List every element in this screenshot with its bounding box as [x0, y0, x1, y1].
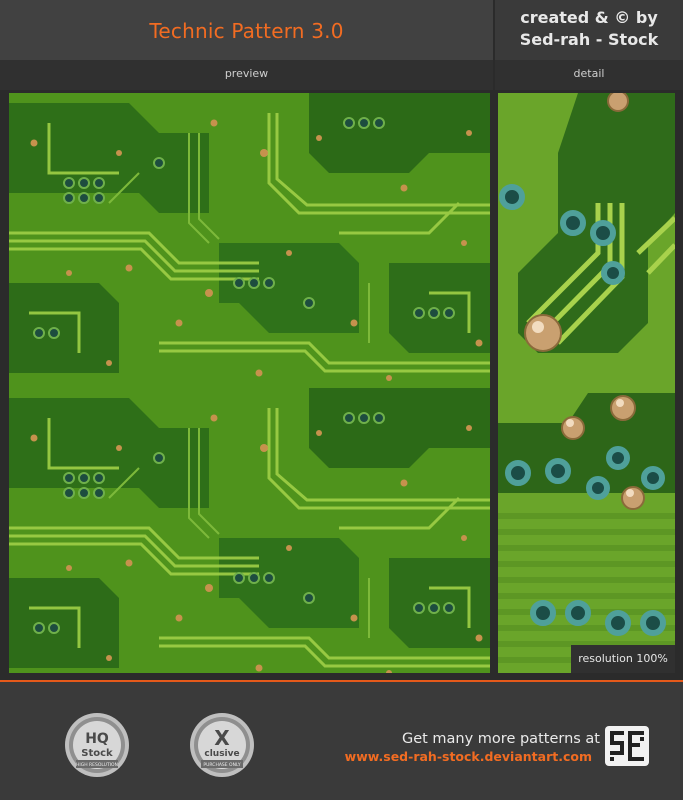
svg-text:PURCHASE ONLY: PURCHASE ONLY	[203, 762, 240, 768]
detail-label: detail	[573, 67, 605, 80]
sed-rah-logo-icon	[604, 725, 650, 767]
svg-text:HIGH RESOLUTION: HIGH RESOLUTION	[76, 762, 118, 768]
deviantart-link[interactable]: www.sed-rah-stock.deviantart.com	[290, 748, 592, 766]
svg-text:HQ: HQ	[85, 731, 109, 747]
pattern-detail: resolution 100%	[498, 93, 675, 673]
cta-text: Get many more patterns at	[401, 731, 600, 747]
credit-line-2: Sed-rah - Stock	[519, 30, 659, 49]
credit-text: created & © by Sed-rah - Stock	[495, 7, 683, 51]
svg-text:X: X	[214, 726, 230, 750]
credit-line-1: created & © by	[520, 8, 658, 27]
page-title: Technic Pattern 3.0	[149, 19, 344, 43]
svg-text:Stock: Stock	[81, 748, 113, 759]
pcb-pattern-image	[9, 93, 490, 673]
pattern-preview	[9, 93, 490, 673]
preview-label: preview	[224, 67, 269, 80]
svg-text:clusive: clusive	[204, 749, 239, 759]
resolution-badge: resolution 100%	[571, 645, 675, 673]
pcb-detail-image	[498, 93, 675, 673]
hq-stock-badge-icon: HQ Stock HIGH RESOLUTION	[64, 712, 130, 778]
xclusive-badge-icon: X clusive PURCHASE ONLY	[189, 712, 255, 778]
